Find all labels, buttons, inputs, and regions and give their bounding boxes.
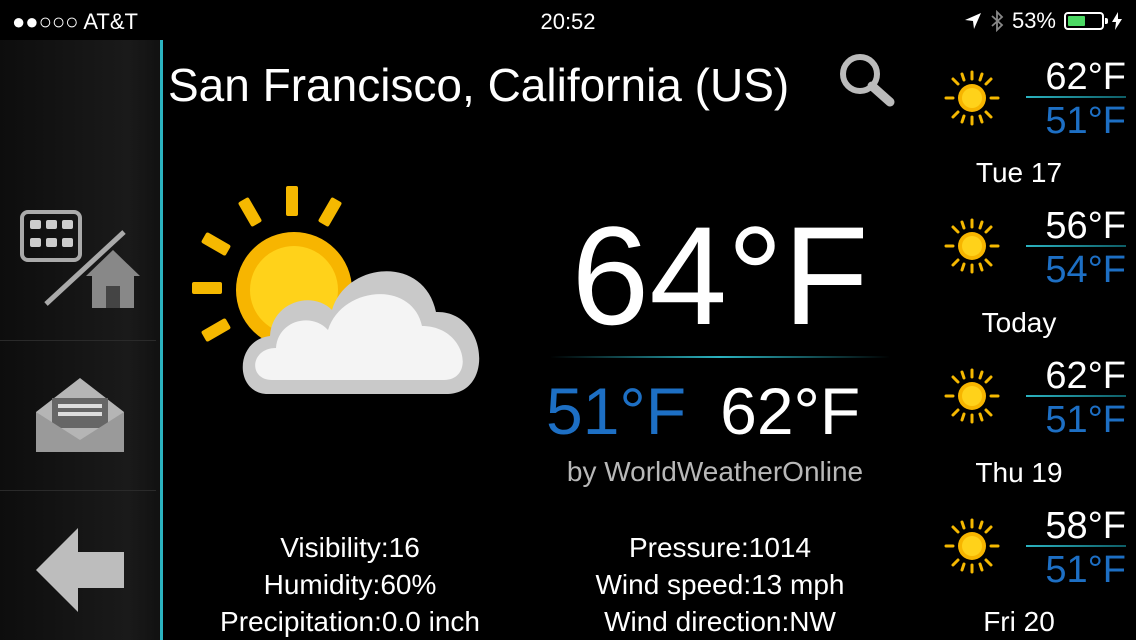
high-temperature: 62°F: [720, 374, 861, 448]
forecast-high: 58°F: [1045, 505, 1126, 547]
forecast-divider: [1026, 96, 1126, 98]
low-temperature: 51°F: [546, 374, 687, 448]
status-bar: ●●○○○ AT&T 20:52 53%: [0, 0, 1136, 40]
grid-home-toggle-icon: [20, 210, 140, 308]
pressure-value: Pressure:1014: [628, 532, 812, 563]
status-right: 53%: [964, 8, 1122, 34]
precipitation-value: Precipitation:0.0 inch: [220, 606, 480, 637]
forecast-high: 62°F: [1045, 355, 1126, 397]
forecast-divider: [1026, 245, 1126, 247]
wind-speed-value: Wind speed:13 mph: [595, 569, 845, 600]
forecast-day: Today: [981, 307, 1057, 338]
charging-bolt-icon: [1112, 12, 1122, 30]
forecast-high: 56°F: [1045, 205, 1126, 247]
sidebar: [0, 40, 163, 640]
forecast-low: 54°F: [1045, 249, 1126, 291]
back-arrow-icon: [36, 528, 124, 612]
location-arrow-icon: [964, 13, 981, 29]
humidity-value: Humidity:60%: [263, 569, 437, 600]
partly-cloudy-icon: [192, 186, 480, 394]
back-button[interactable]: [0, 490, 156, 640]
wind-direction-value: Wind direction:NW: [604, 606, 836, 637]
forecast-divider: [1026, 545, 1126, 547]
sun-icon: [944, 218, 1000, 274]
forecast-day: Fri 20: [983, 606, 1055, 637]
forecast-low: 51°F: [1045, 399, 1126, 441]
divider: [550, 356, 890, 358]
forecast-low: 51°F: [1045, 100, 1126, 142]
mail-button[interactable]: [0, 340, 156, 491]
low-high: 51°F 62°F: [546, 378, 860, 444]
forecast-low: 51°F: [1045, 549, 1126, 591]
grid-home-toggle-button[interactable]: [0, 190, 156, 341]
forecast-high: 62°F: [1045, 56, 1126, 98]
battery-percent: 53%: [1011, 8, 1056, 33]
forecast-day: Thu 19: [975, 457, 1063, 488]
data-source: by WorldWeatherOnline: [566, 456, 864, 487]
current-temperature: 64°F: [571, 197, 869, 354]
sun-icon: [944, 368, 1000, 424]
location-title: San Francisco, California (US): [168, 59, 790, 111]
sun-icon: [944, 70, 1000, 126]
visibility-value: Visibility:16: [280, 532, 420, 563]
search-icon[interactable]: [836, 50, 896, 110]
sun-icon: [944, 518, 1000, 574]
mail-icon: [36, 378, 124, 452]
forecast-day: Tue 17: [975, 157, 1063, 188]
bluetooth-icon: [991, 10, 1004, 32]
forecast-divider: [1026, 395, 1126, 397]
battery-icon: [1064, 12, 1108, 30]
